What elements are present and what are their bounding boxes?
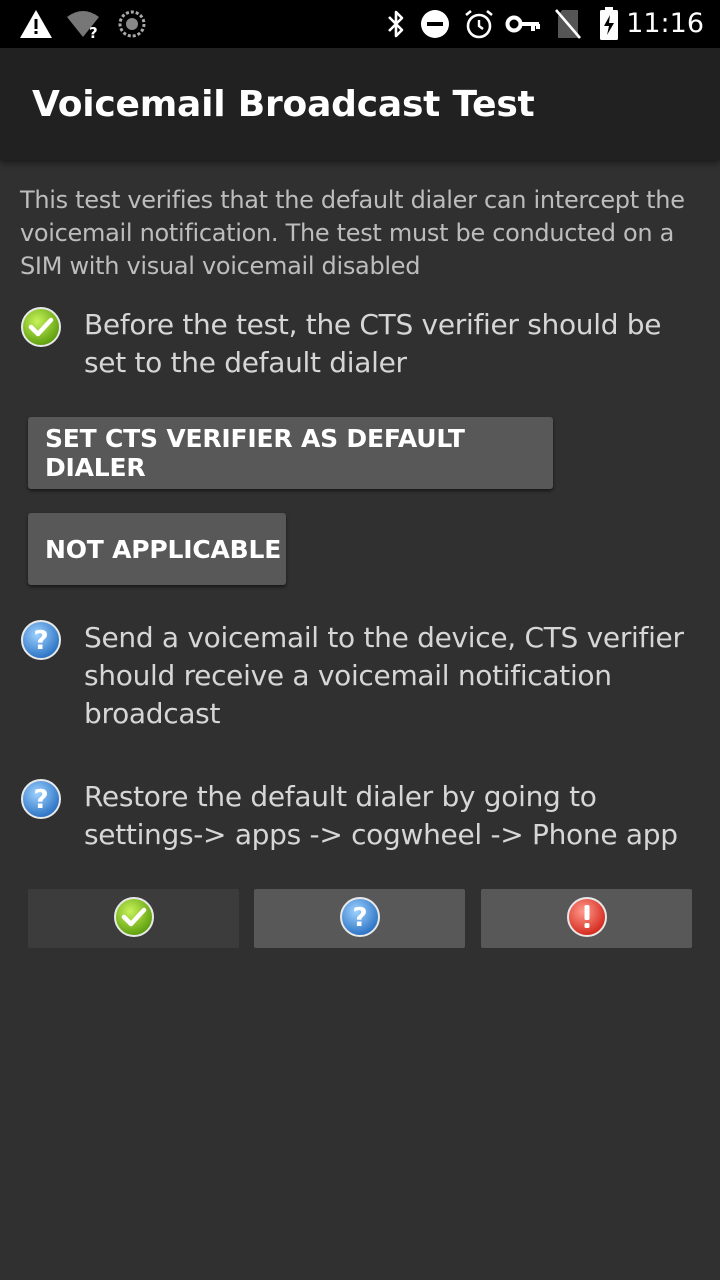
question-circle-icon: ? bbox=[20, 619, 62, 661]
no-sim-icon bbox=[552, 0, 584, 48]
pass-icon bbox=[113, 896, 155, 942]
step-text: Restore the default dialer by going to s… bbox=[84, 780, 678, 851]
info-icon: ? bbox=[339, 896, 381, 942]
svg-text:?: ? bbox=[33, 785, 48, 815]
pass-button[interactable] bbox=[28, 889, 239, 948]
battery-charging-icon bbox=[596, 0, 622, 48]
step-text: Send a voicemail to the device, CTS veri… bbox=[84, 621, 684, 730]
app-bar: Voicemail Broadcast Test bbox=[0, 48, 720, 160]
svg-text:?: ? bbox=[352, 903, 367, 933]
fail-button[interactable] bbox=[481, 889, 692, 948]
clock: 11:16 bbox=[626, 8, 704, 39]
check-circle-icon bbox=[20, 306, 62, 348]
svg-text:?: ? bbox=[89, 24, 98, 39]
warning-icon bbox=[18, 0, 54, 48]
set-default-dialer-button[interactable]: SET CTS VERIFIER AS DEFAULT DIALER bbox=[28, 417, 553, 489]
vpn-key-icon bbox=[504, 0, 542, 48]
svg-text:?: ? bbox=[33, 626, 48, 656]
step-item-set-default: Before the test, the CTS verifier should… bbox=[20, 306, 710, 386]
step-text: Before the test, the CTS verifier should… bbox=[84, 308, 662, 379]
sync-icon bbox=[116, 0, 148, 48]
bluetooth-icon bbox=[382, 0, 410, 48]
status-bar: ? 11:16 bbox=[0, 0, 720, 48]
page-title: Voicemail Broadcast Test bbox=[32, 84, 535, 125]
question-circle-icon: ? bbox=[20, 778, 62, 820]
step-item-restore-dialer: ? Restore the default dialer by going to… bbox=[20, 778, 710, 858]
test-description: This test verifies that the default dial… bbox=[20, 186, 685, 280]
fail-icon bbox=[566, 896, 608, 942]
info-button[interactable]: ? bbox=[254, 889, 465, 948]
do-not-disturb-icon bbox=[418, 0, 452, 48]
alarm-icon bbox=[462, 0, 496, 48]
step-item-send-voicemail: ? Send a voicemail to the device, CTS ve… bbox=[20, 619, 710, 735]
wifi-unknown-icon: ? bbox=[66, 0, 104, 48]
not-applicable-button[interactable]: NOT APPLICABLE bbox=[28, 513, 286, 585]
